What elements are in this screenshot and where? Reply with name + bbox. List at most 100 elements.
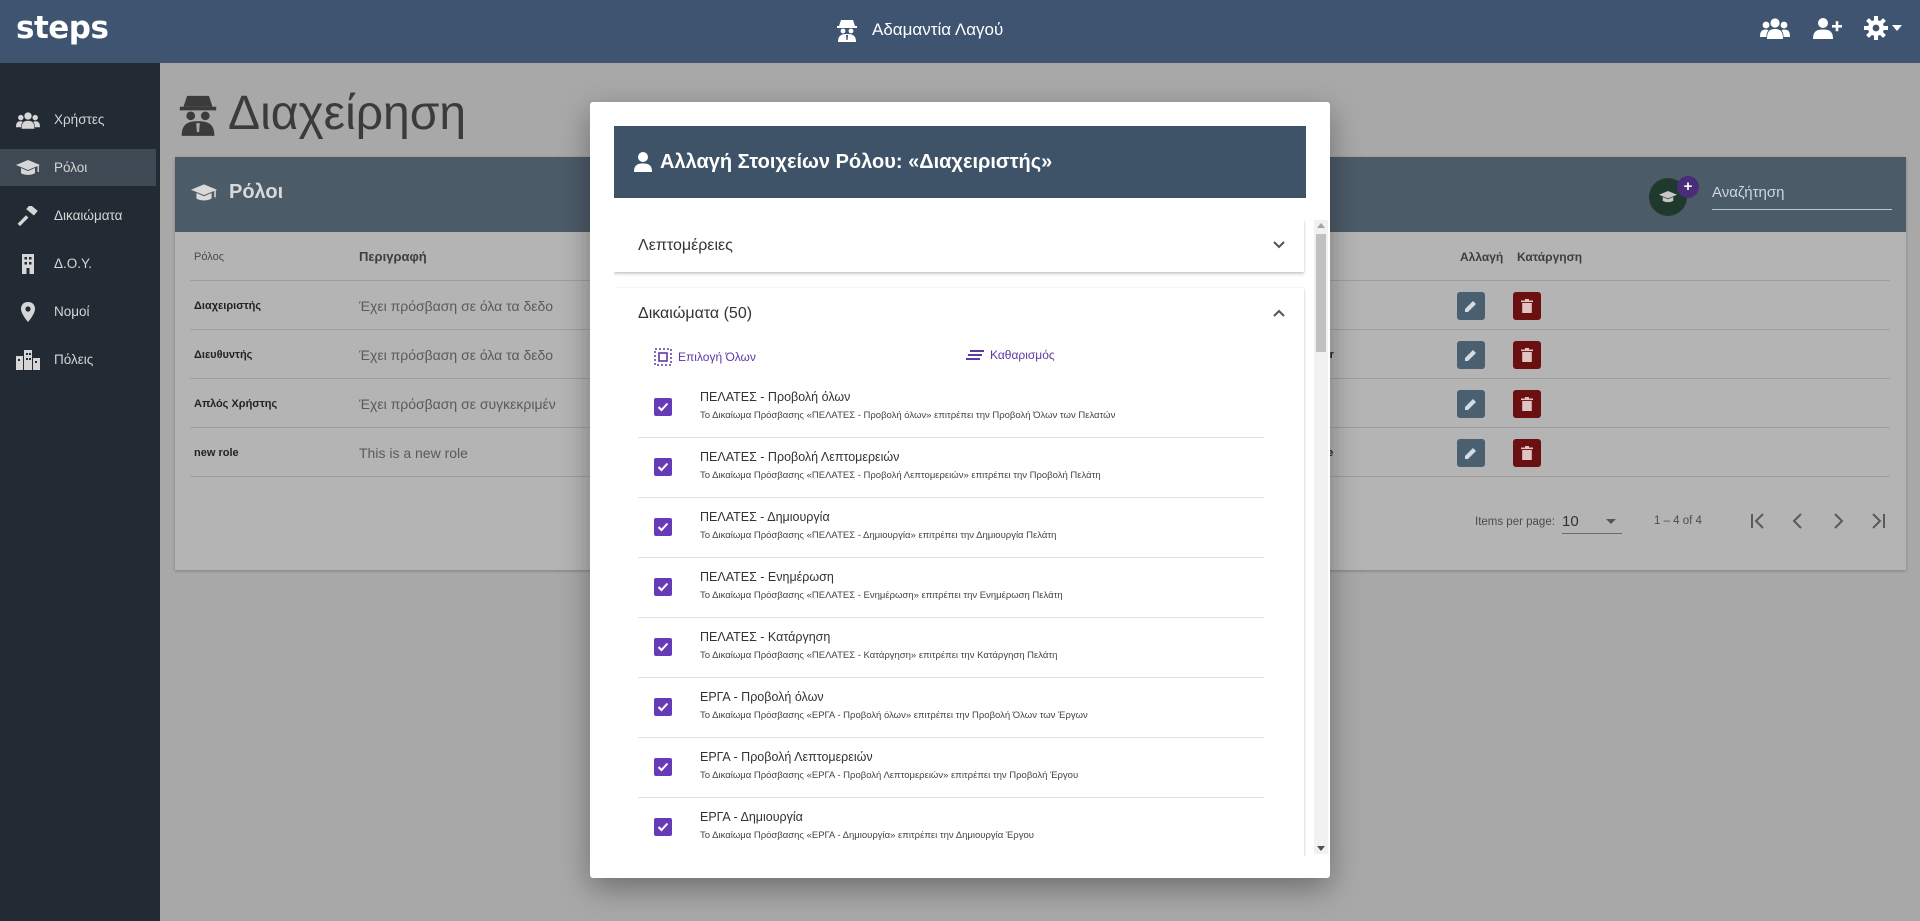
users-icon — [1760, 18, 1790, 39]
card-title: Ρόλοι — [191, 181, 283, 204]
gear-icon — [1864, 16, 1888, 40]
page-title-text: Διαχείρηση — [228, 87, 467, 140]
check-icon — [657, 402, 669, 412]
delete-button[interactable] — [1513, 389, 1541, 418]
permission-item[interactable]: ΕΡΓΑ - Δημιουργία Το Δικαίωμα Πρόσβασης … — [638, 798, 1264, 856]
sidebar-item-label: Νομοί — [54, 304, 90, 319]
permission-item[interactable]: ΕΡΓΑ - Προβολή όλων Το Δικαίωμα Πρόσβαση… — [638, 678, 1264, 738]
permission-checkbox[interactable] — [654, 758, 672, 776]
permission-description: Το Δικαίωμα Πρόσβασης «ΕΡΓΑ - Προβολή όλ… — [700, 710, 1088, 721]
chevron-down-icon — [1606, 519, 1616, 524]
clear-label: Καθαρισμός — [990, 348, 1055, 362]
column-header-delete: Κατάργηση — [1517, 249, 1583, 264]
permission-description: Το Δικαίωμα Πρόσβασης «ΠΕΛΑΤΕΣ - Κατάργη… — [700, 650, 1058, 661]
users-button[interactable] — [1760, 17, 1790, 39]
dialog-content[interactable]: Λεπτομέρειες Δικαιώματα (50) Επιλογή Όλω… — [614, 220, 1318, 856]
check-icon — [657, 582, 669, 592]
permission-checkbox[interactable] — [654, 818, 672, 836]
edit-button[interactable] — [1457, 389, 1485, 418]
permission-title: ΕΡΓΑ - Προβολή Λεπτομερειών — [700, 750, 873, 764]
permission-title: ΠΕΛΑΤΕΣ - Προβολή όλων — [700, 390, 851, 404]
previous-page-icon[interactable] — [1787, 510, 1809, 532]
permission-item[interactable]: ΕΡΓΑ - Προβολή Λεπτομερειών Το Δικαίωμα … — [638, 738, 1264, 798]
edit-button[interactable] — [1457, 340, 1485, 369]
check-icon — [657, 822, 669, 832]
scrollbar-thumb[interactable] — [1316, 234, 1326, 352]
role-name: Διευθυντής — [194, 348, 253, 361]
sidebar-item-roles[interactable]: Ρόλοι — [0, 149, 156, 186]
sidebar-item-label: Πόλεις — [54, 352, 94, 367]
delete-button[interactable] — [1513, 291, 1541, 320]
pencil-icon — [1465, 300, 1476, 312]
last-page-icon[interactable] — [1867, 510, 1889, 532]
scroll-down-icon[interactable] — [1317, 846, 1325, 851]
user-icon — [634, 152, 652, 172]
add-user-icon — [1813, 18, 1842, 39]
permissions-panel-header[interactable]: Δικαιώματα (50) — [614, 288, 1304, 340]
permission-item[interactable]: ΠΕΛΑΤΕΣ - Κατάργηση Το Δικαίωμα Πρόσβαση… — [638, 618, 1264, 678]
sidebar-item-prefectures[interactable]: Νομοί — [0, 293, 160, 330]
user-name: Αδαμαντία Λαγού — [872, 20, 1004, 39]
select-all-button[interactable]: Επιλογή Όλων — [654, 348, 756, 366]
column-header-description[interactable]: Περιγραφή — [359, 232, 427, 281]
page-title: Διαχείρηση — [178, 86, 466, 141]
select-all-label: Επιλογή Όλων — [678, 350, 756, 364]
permission-title: ΕΡΓΑ - Δημιουργία — [700, 810, 803, 824]
app-brand[interactable]: steps — [16, 10, 109, 46]
city-icon — [16, 349, 40, 370]
delete-button[interactable] — [1513, 340, 1541, 369]
edit-button[interactable] — [1457, 291, 1485, 320]
sidebar-item-permissions[interactable]: Δικαιώματα — [0, 197, 160, 234]
sidebar-item-label: Ρόλοι — [54, 160, 88, 175]
next-page-icon[interactable] — [1827, 510, 1849, 532]
settings-button[interactable] — [1864, 16, 1902, 40]
scroll-up-icon[interactable] — [1317, 223, 1325, 228]
permission-checkbox[interactable] — [654, 698, 672, 716]
permission-description: Το Δικαίωμα Πρόσβασης «ΠΕΛΑΤΕΣ - Δημιουρ… — [700, 530, 1057, 541]
role-description: Έχει πρόσβαση σε όλα τα δεδο — [359, 346, 554, 363]
permission-checkbox[interactable] — [654, 398, 672, 416]
permission-item[interactable]: ΠΕΛΑΤΕΣ - Ενημέρωση Το Δικαίωμα Πρόσβαση… — [638, 558, 1264, 618]
sidebar: Χρήστες Ρόλοι Δικαιώματα Δ.Ο.Υ. Νομοί Πό… — [0, 63, 160, 921]
page-size-select[interactable]: 10 — [1562, 510, 1622, 534]
permission-checkbox[interactable] — [654, 638, 672, 656]
permission-title: ΕΡΓΑ - Προβολή όλων — [700, 690, 824, 704]
chevron-up-icon — [1273, 309, 1285, 317]
graduation-cap-icon — [1659, 191, 1677, 203]
permission-description: Το Δικαίωμα Πρόσβασης «ΠΕΛΑΤΕΣ - Προβολή… — [700, 470, 1101, 481]
plus-icon: + — [1677, 176, 1699, 198]
add-user-button[interactable] — [1812, 17, 1842, 39]
first-page-icon[interactable] — [1747, 510, 1769, 532]
spy-user-icon — [837, 20, 857, 42]
add-role-button[interactable]: + — [1649, 176, 1699, 216]
details-panel-header[interactable]: Λεπτομέρειες — [614, 220, 1304, 272]
sidebar-item-tax-offices[interactable]: Δ.Ο.Υ. — [0, 245, 160, 282]
users-icon — [16, 111, 40, 129]
pencil-icon — [1465, 398, 1476, 410]
map-marker-icon — [21, 301, 35, 322]
permission-checkbox[interactable] — [654, 578, 672, 596]
edit-button[interactable] — [1457, 438, 1485, 467]
dialog-title: Αλλαγή Στοιχείων Ρόλου: «Διαχειριστής» — [614, 126, 1306, 198]
role-name: Διαχειριστής — [194, 299, 262, 312]
building-icon — [22, 253, 34, 274]
permission-item[interactable]: ΠΕΛΑΤΕΣ - Προβολή όλων Το Δικαίωμα Πρόσβ… — [638, 378, 1264, 438]
details-panel[interactable]: Λεπτομέρειες — [614, 220, 1304, 272]
sidebar-item-cities[interactable]: Πόλεις — [0, 341, 160, 378]
permission-description: Το Δικαίωμα Πρόσβασης «ΠΕΛΑΤΕΣ - Ενημέρω… — [700, 590, 1063, 601]
trash-icon — [1521, 445, 1533, 460]
delete-button[interactable] — [1513, 438, 1541, 467]
permission-item[interactable]: ΠΕΛΑΤΕΣ - Δημιουργία Το Δικαίωμα Πρόσβασ… — [638, 498, 1264, 558]
sidebar-item-users[interactable]: Χρήστες — [0, 101, 160, 138]
clear-button[interactable]: Καθαρισμός — [966, 348, 1055, 362]
permission-checkbox[interactable] — [654, 458, 672, 476]
search-input[interactable]: Αναζήτηση — [1712, 180, 1892, 210]
permission-checkbox[interactable] — [654, 518, 672, 536]
role-description: This is a new role — [359, 444, 468, 461]
dialog-scrollbar[interactable] — [1314, 220, 1328, 854]
check-icon — [657, 702, 669, 712]
permission-item[interactable]: ΠΕΛΑΤΕΣ - Προβολή Λεπτομερειών Το Δικαίω… — [638, 438, 1264, 498]
column-header-role[interactable]: Ρόλος — [194, 232, 224, 281]
permission-title: ΠΕΛΑΤΕΣ - Προβολή Λεπτομερειών — [700, 450, 900, 464]
sidebar-item-label: Δ.Ο.Υ. — [54, 256, 93, 271]
